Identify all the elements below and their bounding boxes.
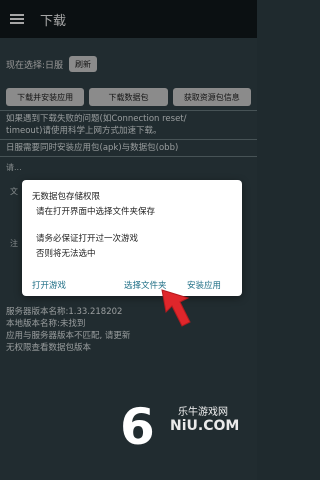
dialog-message: 请务必保证打开过一次游戏 bbox=[36, 234, 139, 244]
red-arrow-icon bbox=[161, 289, 191, 327]
dialog-message: 否则将无法选中 bbox=[36, 249, 96, 259]
watermark-logo-6: 6 bbox=[120, 398, 155, 456]
install-app-button[interactable]: 安装应用 bbox=[187, 279, 221, 291]
watermark-site-name: 乐牛游戏网 bbox=[178, 407, 228, 418]
dialog-title: 无数据包存储权限 bbox=[32, 192, 101, 202]
permission-dialog: 无数据包存储权限 请在打开界面中选择文件夹保存 请务必保证打开过一次游戏 否则将… bbox=[22, 180, 242, 296]
open-game-button[interactable]: 打开游戏 bbox=[32, 279, 66, 291]
watermark-logo-text: NiU.COM bbox=[170, 418, 240, 434]
dialog-message: 请在打开界面中选择文件夹保存 bbox=[36, 207, 156, 217]
